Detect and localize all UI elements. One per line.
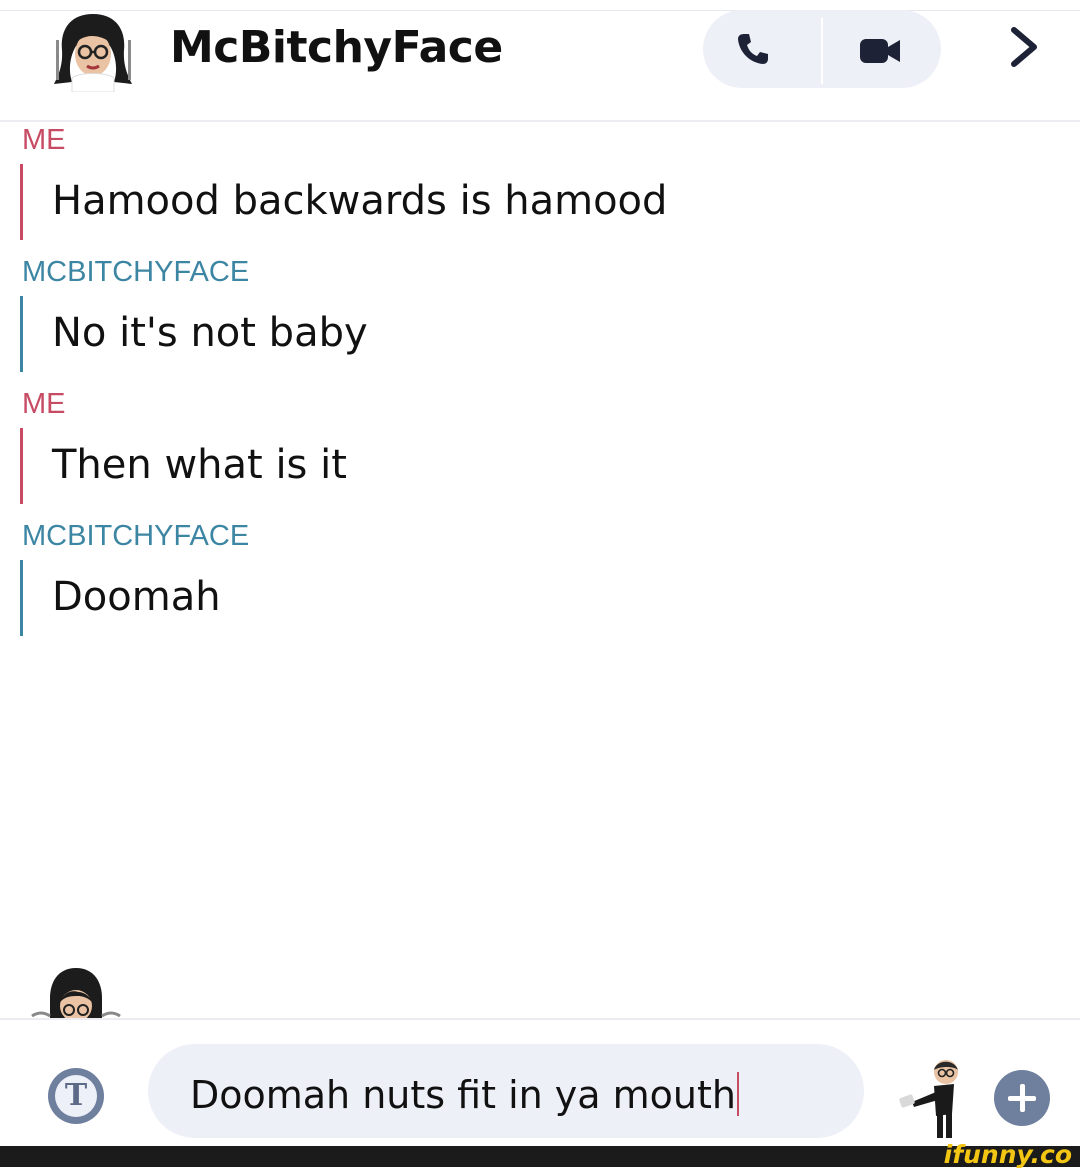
add-button[interactable] — [994, 1070, 1050, 1126]
plus-icon-vertical — [1020, 1084, 1025, 1112]
call-pill-divider — [821, 18, 823, 84]
composer-divider — [0, 1018, 1080, 1020]
message-input-text: Doomah nuts fit in ya mouth — [190, 1072, 739, 1117]
text-mode-icon: T — [55, 1075, 97, 1117]
message-input[interactable]: Doomah nuts fit in ya mouth — [148, 1044, 864, 1138]
call-actions-pill — [703, 10, 941, 88]
watermark-logo: ifunny.co — [943, 1140, 1072, 1169]
message-accent-bar — [20, 428, 23, 504]
typing-bitmoji-icon — [31, 968, 121, 1020]
chat-header: McBitchyFace — [0, 0, 1080, 122]
message-text: Doomah — [52, 574, 221, 620]
chat-title[interactable]: McBitchyFace — [170, 22, 503, 73]
sender-label-me: ME — [22, 388, 66, 420]
message-text: Then what is it — [52, 442, 347, 488]
header-top-divider — [0, 10, 1080, 11]
watermark-bar: ifunny.co — [0, 1140, 1080, 1169]
draft-text: Doomah nuts fit in ya mouth — [190, 1073, 736, 1117]
message-text: Hamood backwards is hamood — [52, 178, 668, 224]
message-text: No it's not baby — [52, 310, 368, 356]
phone-icon[interactable] — [736, 32, 770, 66]
text-mode-button[interactable]: T — [48, 1068, 104, 1124]
message-accent-bar — [20, 164, 23, 240]
chevron-right-icon[interactable] — [1004, 24, 1044, 70]
text-caret — [737, 1072, 739, 1116]
sender-label-me: ME — [22, 124, 66, 156]
video-camera-icon[interactable] — [858, 36, 902, 66]
message-list[interactable]: ME Hamood backwards is hamood MCBITCHYFA… — [0, 122, 1080, 1002]
bitmoji-sticker-icon[interactable] — [890, 1056, 970, 1142]
sender-label-them: MCBITCHYFACE — [22, 256, 250, 288]
sender-label-them: MCBITCHYFACE — [22, 520, 250, 552]
message-accent-bar — [20, 296, 23, 372]
message-accent-bar — [20, 560, 23, 636]
bitmoji-avatar-icon[interactable] — [48, 10, 138, 92]
